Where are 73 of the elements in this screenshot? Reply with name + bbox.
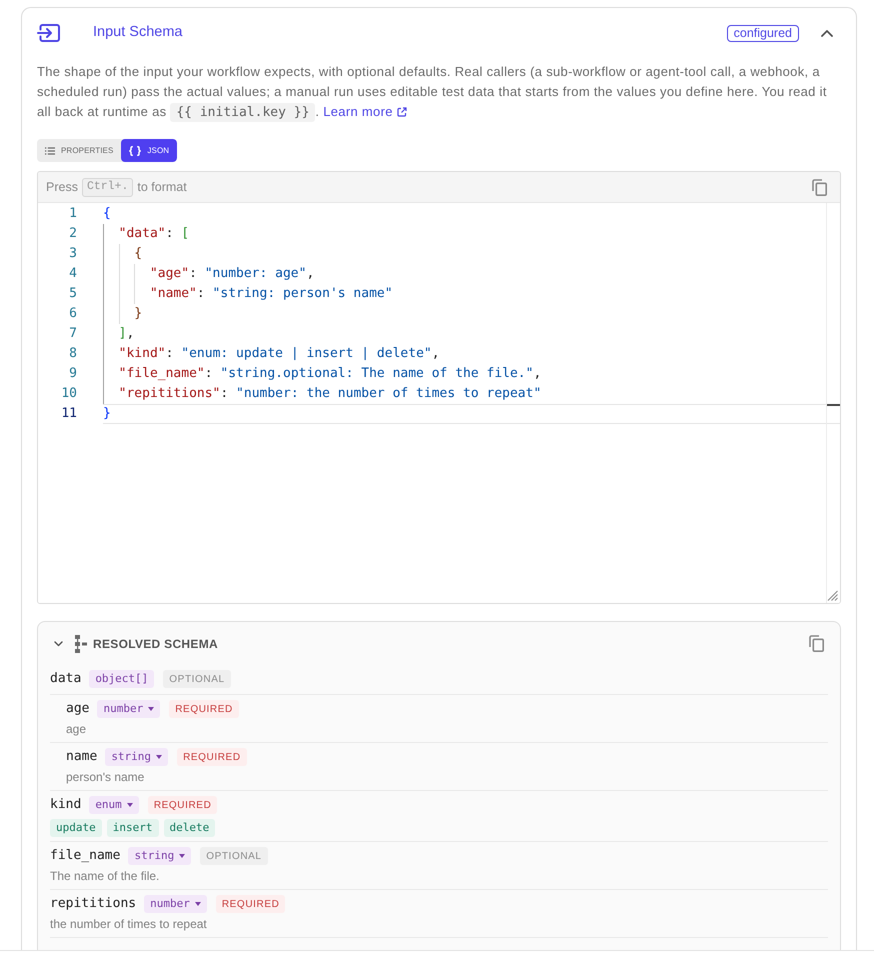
resize-handle-icon[interactable] [827, 590, 838, 601]
caret-down-icon [156, 755, 162, 759]
line-number: 8 [69, 345, 77, 363]
copy-icon[interactable] [812, 178, 827, 196]
enum-value: update [50, 819, 102, 837]
type-dropdown[interactable]: number [144, 895, 207, 913]
copy-icon[interactable] [809, 635, 824, 652]
code-line: "repititions": "number: the number of times to repeat" [118, 385, 542, 403]
panel-title: Input Schema [93, 23, 182, 42]
caret-down-icon [148, 707, 154, 711]
type-dropdown[interactable]: string [128, 847, 192, 865]
requirement-label: OPTIONAL [200, 847, 268, 865]
enum-value: delete [164, 819, 216, 837]
field-name: data [50, 670, 82, 688]
code-line: ], [118, 325, 134, 343]
field-name: age [66, 700, 90, 718]
field-name: kind [50, 796, 82, 814]
resolved-schema-title: RESOLVED SCHEMA [93, 636, 218, 652]
description-text: The shape of the input your workflow expects, with optional defaults. Real callers (a sub-workflow or agent-tool call, a webhook, a scheduled run) pass the actual values; a manual run uses editable test data that starts from the values you define here. You read it all back at runtime as {{ initial.key }} . Learn more [37, 63, 828, 123]
field-description: person's name [66, 769, 146, 786]
requirement-label: REQUIRED [177, 748, 247, 766]
requirement-label: REQUIRED [169, 700, 239, 718]
line-number: 6 [69, 305, 77, 323]
cursor-position-marker [827, 404, 840, 406]
field-description: the number of times to repeat [50, 916, 208, 933]
learn-more-link[interactable]: Learn more [323, 102, 407, 122]
requirement-label: REQUIRED [148, 796, 218, 814]
code-line: "kind": "enum: update | insert | delete", [118, 345, 440, 363]
enum-value: insert [106, 819, 158, 837]
format-hint: Press Ctrl+. to format [46, 178, 187, 196]
caret-down-icon [194, 902, 201, 906]
field-name: name [66, 748, 98, 766]
type-dropdown[interactable]: number [97, 700, 160, 718]
requirement-label: OPTIONAL [163, 670, 231, 688]
line-number: 2 [69, 225, 77, 243]
line-number: 4 [69, 265, 77, 283]
type-label: object[] [89, 670, 154, 688]
code-line: "name": "string: person's name" [150, 285, 393, 303]
code-line: } [134, 305, 142, 323]
type-dropdown[interactable]: enum [89, 796, 139, 814]
line-number: 3 [69, 245, 77, 263]
line-number: 1 [69, 205, 77, 223]
keyboard-key: Ctrl+. [82, 178, 134, 196]
code-line: { [134, 245, 142, 263]
code-line: "file_name": "string.optional: The name of the file.", [118, 365, 542, 383]
view-tab[interactable]: PROPERTIES [37, 139, 122, 162]
caret-down-icon [179, 854, 186, 858]
code-line: "age": "number: age", [150, 265, 314, 283]
code-line: } [103, 405, 111, 423]
external-link-icon[interactable] [396, 107, 407, 117]
line-number: 5 [69, 285, 77, 303]
field-name: file_name [50, 847, 120, 866]
view-tab[interactable]: JSON [121, 139, 178, 162]
line-number: 9 [69, 365, 77, 383]
field-name: repititions [50, 895, 136, 914]
hierarchy-icon [75, 634, 87, 652]
caret-down-icon [126, 803, 133, 807]
status-badge: configured [726, 24, 799, 42]
line-number: 11 [61, 405, 77, 423]
field-description: The name of the file. [50, 868, 160, 885]
list-icon [45, 146, 55, 154]
requirement-label: REQUIRED [216, 895, 286, 913]
field-description: age [66, 721, 88, 738]
line-number: 10 [61, 385, 77, 403]
braces-icon [129, 146, 142, 156]
chevron-down-icon[interactable] [54, 640, 63, 646]
type-dropdown[interactable]: string [105, 748, 168, 766]
chevron-up-icon[interactable] [821, 29, 833, 37]
code-line: "data": [ [118, 225, 190, 243]
arrow-into-box-icon [37, 24, 60, 42]
line-number: 7 [69, 325, 77, 343]
code-line: { [103, 205, 111, 223]
inline-code: {{ initial.key }} [170, 103, 316, 122]
